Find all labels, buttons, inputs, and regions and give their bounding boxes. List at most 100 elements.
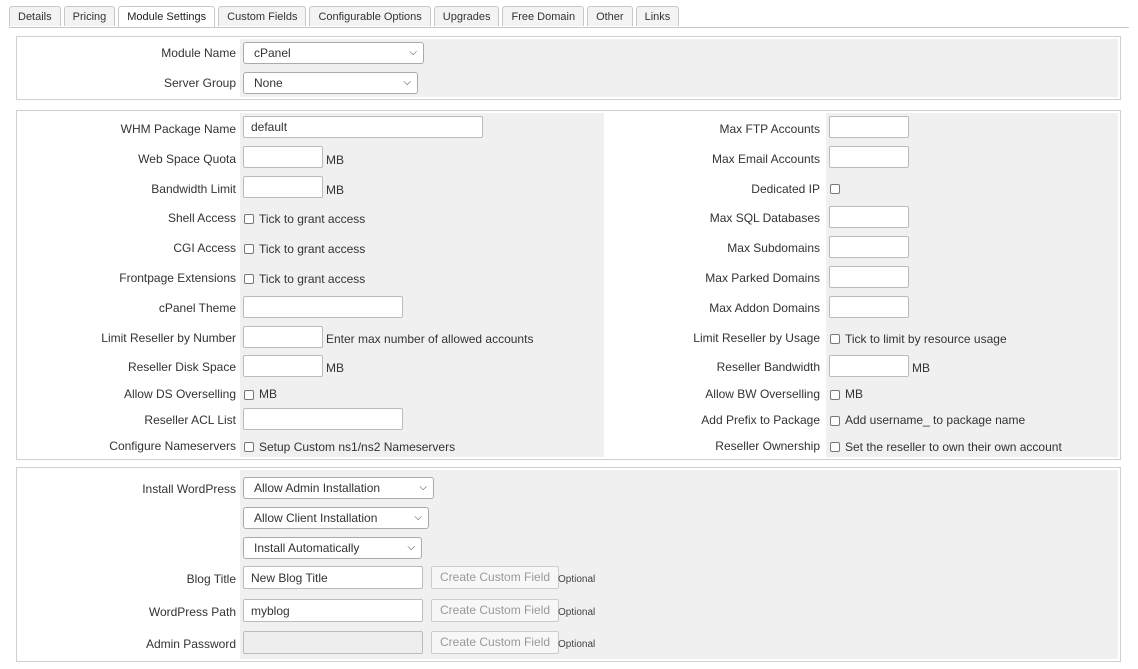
auto-install-select[interactable]: Install Automatically ⌵ (243, 537, 422, 559)
chevron-down-icon: ⌵ (407, 542, 415, 553)
max-parked-input[interactable] (829, 266, 909, 288)
server-group-label: Server Group (163, 76, 236, 90)
max-sql-input[interactable] (829, 206, 909, 228)
max-ftp-label: Max FTP Accounts (719, 122, 820, 136)
reseller-ownership-label: Reseller Ownership (715, 439, 820, 453)
max-addon-label: Max Addon Domains (709, 301, 820, 315)
chevron-down-icon: ⌵ (414, 512, 422, 523)
max-email-label: Max Email Accounts (711, 152, 820, 166)
tab-configurable-options[interactable]: Configurable Options (309, 6, 431, 26)
frontpage-checkbox[interactable] (244, 274, 254, 284)
max-subdomains-input[interactable] (829, 236, 909, 258)
module-panel: Module Name cPanel ⌵ Server Group None ⌵ (16, 36, 1121, 100)
disk-space-input[interactable] (243, 355, 323, 377)
optional-label: Optional (558, 607, 596, 618)
nameservers-text: Setup Custom ns1/ns2 Nameservers (259, 440, 456, 454)
shell-access-text: Tick to grant access (259, 212, 366, 226)
tab-custom-fields[interactable]: Custom Fields (218, 6, 307, 26)
shell-access-checkbox[interactable] (244, 214, 254, 224)
tab-upgrades[interactable]: Upgrades (433, 6, 500, 26)
prefix-package-checkbox[interactable] (830, 416, 840, 426)
tab-pricing[interactable]: Pricing (63, 6, 116, 26)
tab-divider (9, 27, 1129, 28)
reseller-ownership-checkbox[interactable] (830, 442, 840, 452)
blog-title-input[interactable] (243, 566, 423, 589)
acl-list-label: Reseller ACL List (144, 413, 236, 427)
module-name-label: Module Name (161, 46, 236, 60)
prefix-package-label: Add Prefix to Package (701, 413, 820, 427)
unit-label: MB (845, 387, 863, 401)
whm-package-input[interactable] (243, 116, 483, 138)
tab-links[interactable]: Links (635, 6, 680, 26)
cgi-access-checkbox[interactable] (244, 244, 254, 254)
tab-free-domain[interactable]: Free Domain (502, 6, 585, 26)
admin-password-input[interactable] (243, 631, 423, 654)
bandwidth-label: Bandwidth Limit (151, 182, 236, 196)
create-custom-field-button[interactable]: Create Custom Field (431, 566, 560, 589)
web-space-input[interactable] (243, 146, 323, 168)
chevron-down-icon: ⌵ (409, 47, 417, 58)
install-wordpress-label: Install WordPress (142, 482, 236, 496)
shell-access-label: Shell Access (167, 211, 236, 225)
create-custom-field-button[interactable]: Create Custom Field (431, 631, 560, 654)
unit-label: MB (326, 153, 344, 167)
max-ftp-input[interactable] (829, 116, 909, 138)
unit-label: MB (326, 183, 344, 197)
wordpress-panel: Install WordPress Allow Admin Installati… (16, 467, 1121, 662)
dedicated-ip-checkbox[interactable] (830, 184, 840, 194)
client-install-select[interactable]: Allow Client Installation ⌵ (243, 507, 429, 529)
config-panel: WHM Package Name Web Space Quota MB Band… (16, 110, 1121, 460)
whm-package-label: WHM Package Name (120, 122, 236, 136)
limit-usage-label: Limit Reseller by Usage (693, 331, 820, 345)
tab-bar: Details Pricing Module Settings Custom F… (9, 6, 680, 28)
admin-password-label: Admin Password (145, 637, 236, 651)
cpanel-theme-label: cPanel Theme (158, 301, 236, 315)
chevron-down-icon: ⌵ (403, 77, 411, 88)
limit-usage-text: Tick to limit by resource usage (845, 332, 1007, 346)
nameservers-checkbox[interactable] (244, 442, 254, 452)
unit-label: MB (326, 361, 344, 375)
module-name-select[interactable]: cPanel ⌵ (243, 42, 424, 64)
frontpage-text: Tick to grant access (259, 272, 366, 286)
nameservers-label: Configure Nameservers (109, 439, 236, 453)
tab-details[interactable]: Details (9, 6, 61, 26)
wordpress-path-input[interactable] (243, 599, 423, 622)
max-email-input[interactable] (829, 146, 909, 168)
unit-label: MB (912, 361, 930, 375)
frontpage-label: Frontpage Extensions (119, 271, 236, 285)
reseller-bandwidth-input[interactable] (829, 355, 909, 377)
chevron-down-icon: ⌵ (419, 482, 427, 493)
tab-other[interactable]: Other (587, 6, 633, 26)
create-custom-field-button[interactable]: Create Custom Field (431, 599, 560, 622)
bandwidth-input[interactable] (243, 176, 323, 198)
limit-number-label: Limit Reseller by Number (101, 331, 236, 345)
limit-number-hint: Enter max number of allowed accounts (326, 332, 534, 346)
acl-list-input[interactable] (243, 408, 403, 430)
cgi-access-text: Tick to grant access (259, 242, 366, 256)
max-addon-input[interactable] (829, 296, 909, 318)
limit-number-input[interactable] (243, 326, 323, 348)
ds-overselling-label: Allow DS Overselling (123, 387, 236, 401)
wordpress-path-label: WordPress Path (148, 605, 236, 619)
bw-overselling-label: Allow BW Overselling (705, 387, 820, 401)
optional-label: Optional (558, 574, 596, 585)
bw-overselling-checkbox[interactable] (830, 390, 840, 400)
ds-overselling-checkbox[interactable] (244, 390, 254, 400)
optional-label: Optional (558, 639, 596, 650)
tab-module-settings[interactable]: Module Settings (118, 6, 216, 28)
limit-usage-checkbox[interactable] (830, 334, 840, 344)
cgi-access-label: CGI Access (173, 241, 236, 255)
max-parked-label: Max Parked Domains (705, 271, 820, 285)
admin-install-select[interactable]: Allow Admin Installation ⌵ (243, 477, 434, 499)
prefix-package-text: Add username_ to package name (845, 413, 1026, 427)
max-sql-label: Max SQL Databases (709, 211, 820, 225)
disk-space-label: Reseller Disk Space (127, 360, 236, 374)
web-space-label: Web Space Quota (138, 152, 236, 166)
unit-label: MB (259, 387, 277, 401)
cpanel-theme-input[interactable] (243, 296, 403, 318)
dedicated-ip-label: Dedicated IP (751, 182, 820, 196)
reseller-ownership-text: Set the reseller to own their own accoun… (845, 440, 1062, 454)
reseller-bandwidth-label: Reseller Bandwidth (716, 360, 820, 374)
server-group-select[interactable]: None ⌵ (243, 72, 418, 94)
blog-title-label: Blog Title (186, 572, 236, 586)
